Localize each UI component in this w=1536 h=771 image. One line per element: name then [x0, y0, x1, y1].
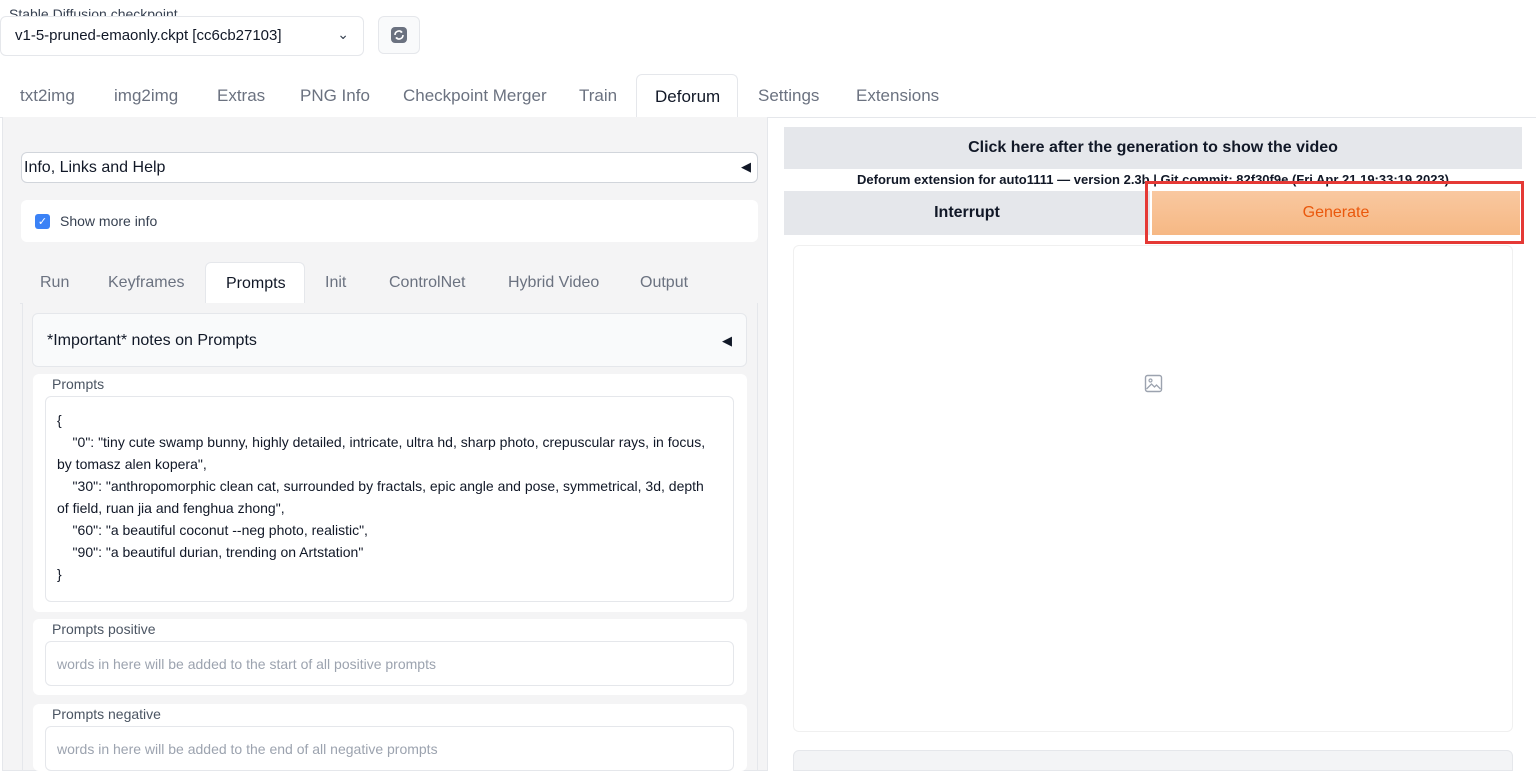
chevron-down-icon: ⌄	[337, 26, 349, 42]
prompts-positive-input[interactable]: words in here will be added to the start…	[45, 641, 734, 686]
prompts-line: }	[57, 566, 62, 582]
prompts-textarea[interactable]: { "0": "tiny cute swamp bunny, highly de…	[45, 396, 734, 602]
tab-train[interactable]: Train	[559, 74, 637, 116]
prompts-line: {	[57, 412, 62, 428]
interrupt-button[interactable]: Interrupt	[784, 191, 1150, 235]
show-more-info-label: Show more info	[60, 213, 158, 229]
subtab-keyframes[interactable]: Keyframes	[88, 262, 204, 302]
prompts-negative-label: Prompts negative	[52, 706, 161, 722]
subtab-output[interactable]: Output	[620, 262, 708, 302]
tab-extensions[interactable]: Extensions	[836, 74, 959, 116]
refresh-icon	[391, 27, 407, 43]
tab-png-info[interactable]: PNG Info	[280, 74, 390, 116]
prompts-line: "30": "anthropomorphic clean cat, surrou…	[57, 478, 704, 494]
prompts-line: by tomasz alen kopera",	[57, 456, 207, 472]
prompts-line: "60": "a beautiful coconut --neg photo, …	[57, 522, 368, 538]
checkpoint-select[interactable]: v1-5-pruned-emaonly.ckpt [cc6cb27103] ⌄	[0, 16, 364, 56]
info-links-help-accordion[interactable]: Info, Links and Help ◀	[21, 152, 758, 183]
output-gallery	[793, 245, 1513, 732]
show-more-info-checkbox[interactable]: ✓	[35, 214, 50, 229]
subtab-run[interactable]: Run	[20, 262, 89, 302]
show-more-info-row: ✓ Show more info	[21, 200, 758, 242]
prompts-positive-label: Prompts positive	[52, 621, 156, 637]
prompts-positive-placeholder: words in here will be added to the start…	[57, 656, 436, 672]
tab-txt2img[interactable]: txt2img	[0, 74, 95, 116]
refresh-checkpoint-button[interactable]	[378, 16, 420, 54]
tab-deforum[interactable]: Deforum	[636, 74, 738, 118]
prompts-positive-block: Prompts positive words in here will be a…	[33, 619, 747, 695]
prompts-line: "90": "a beautiful durian, trending on A…	[57, 544, 364, 560]
info-accordion-label: Info, Links and Help	[24, 159, 166, 176]
checkpoint-value: v1-5-pruned-emaonly.ckpt [cc6cb27103]	[15, 27, 282, 44]
prompts-negative-input[interactable]: words in here will be added to the end o…	[45, 726, 734, 771]
prompts-line: "0": "tiny cute swamp bunny, highly deta…	[57, 434, 706, 450]
main-tab-bar: txt2img img2img Extras PNG Info Checkpoi…	[0, 74, 1536, 118]
prompts-negative-block: Prompts negative words in here will be a…	[33, 704, 747, 771]
show-video-button[interactable]: Click here after the generation to show …	[784, 127, 1522, 169]
subtab-prompts[interactable]: Prompts	[205, 262, 305, 304]
deforum-sub-tab-bar: Run Keyframes Prompts Init ControlNet Hy…	[20, 262, 758, 304]
image-icon	[1144, 374, 1163, 393]
collapse-triangle-icon: ◀	[722, 333, 732, 348]
generate-highlight-box	[1145, 181, 1524, 244]
prompts-label: Prompts	[52, 376, 105, 392]
notes-accordion-label: *Important* notes on Prompts	[47, 332, 257, 349]
tab-settings[interactable]: Settings	[738, 74, 839, 116]
collapse-triangle-icon: ◀	[741, 159, 751, 174]
subtab-init[interactable]: Init	[305, 262, 366, 302]
subtab-hybrid-video[interactable]: Hybrid Video	[488, 262, 619, 302]
prompts-line: of field, ruan jia and fenghua zhong",	[57, 500, 285, 516]
prompts-notes-accordion[interactable]: *Important* notes on Prompts ◀	[32, 313, 747, 367]
tab-img2img[interactable]: img2img	[94, 74, 198, 116]
tab-checkpoint-merger[interactable]: Checkpoint Merger	[383, 74, 567, 116]
subtab-controlnet[interactable]: ControlNet	[369, 262, 485, 302]
gallery-footer-strip	[793, 750, 1513, 771]
tab-extras[interactable]: Extras	[197, 74, 285, 116]
prompts-field-block: Prompts { "0": "tiny cute swamp bunny, h…	[33, 374, 747, 612]
prompts-negative-placeholder: words in here will be added to the end o…	[57, 741, 438, 757]
